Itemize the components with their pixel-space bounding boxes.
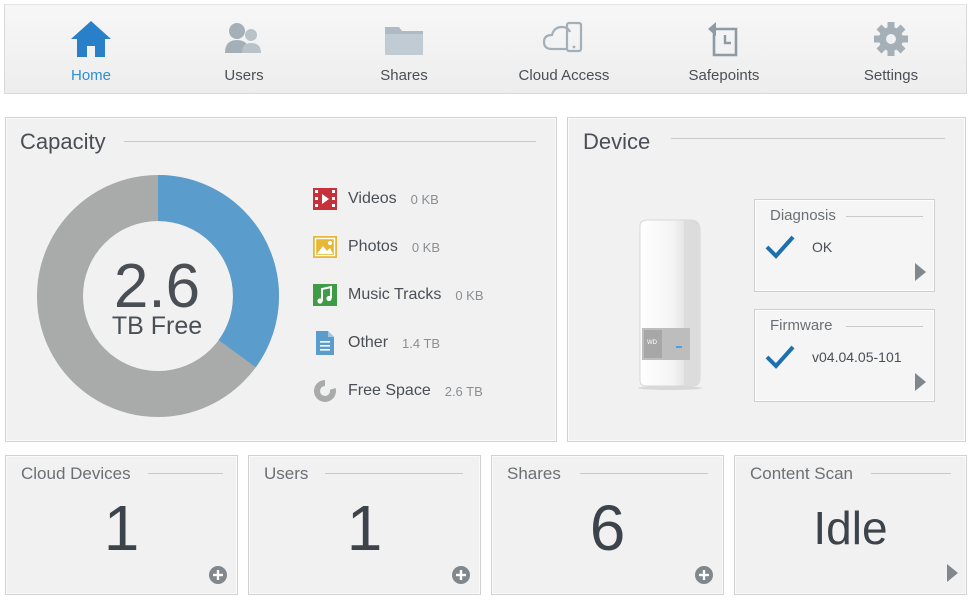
cloud-devices-rule bbox=[148, 473, 223, 474]
device-panel: Device WD Diagnosis OK Firmware v04.04.0… bbox=[567, 117, 966, 442]
firmware-title: Firmware bbox=[770, 317, 833, 334]
nav-safepoints[interactable]: Safepoints bbox=[644, 5, 804, 95]
diagnosis-title: Diagnosis bbox=[770, 207, 836, 224]
nav-settings[interactable]: Settings bbox=[811, 5, 971, 95]
legend-photos-label: Photos bbox=[348, 238, 398, 255]
check-icon bbox=[765, 345, 795, 369]
video-icon bbox=[313, 188, 337, 210]
content-scan-title: Content Scan bbox=[750, 464, 854, 483]
firmware-rule bbox=[846, 326, 923, 327]
legend-music-value: 0 KB bbox=[455, 287, 484, 303]
legend-free-space-value: 2.6 TB bbox=[444, 383, 483, 399]
pie-icon bbox=[314, 379, 336, 402]
diagnosis-rule bbox=[846, 216, 923, 217]
firmware-arrow-icon[interactable] bbox=[914, 373, 926, 391]
legend-music: Music Tracks 0 KB bbox=[312, 282, 484, 308]
diagnosis-status: OK bbox=[812, 239, 833, 255]
folder-icon bbox=[385, 27, 423, 55]
check-icon bbox=[765, 235, 795, 259]
home-icon bbox=[71, 21, 111, 57]
nav-cloud-access-label: Cloud Access bbox=[518, 67, 610, 84]
capacity-free-label: TB Free bbox=[111, 312, 203, 340]
add-user-icon[interactable] bbox=[452, 566, 470, 584]
device-title: Device bbox=[583, 129, 651, 154]
main-navigation: Home Users Shares Cloud Access Safepoint… bbox=[4, 4, 967, 94]
shares-tile[interactable]: Shares 6 bbox=[491, 455, 724, 595]
nav-shares[interactable]: Shares bbox=[324, 5, 484, 95]
photo-icon bbox=[313, 236, 337, 258]
legend-music-label: Music Tracks bbox=[348, 286, 442, 303]
cloud-devices-tile[interactable]: Cloud Devices 1 bbox=[5, 455, 238, 595]
users-tile-title: Users bbox=[264, 464, 309, 483]
legend-photos-value: 0 KB bbox=[411, 239, 440, 255]
nav-cloud-access[interactable]: Cloud Access bbox=[484, 5, 644, 95]
users-count: 1 bbox=[346, 492, 383, 564]
users-tile-rule bbox=[325, 473, 463, 474]
legend-videos: Videos 0 KB bbox=[312, 186, 439, 212]
device-image: WD bbox=[638, 219, 702, 390]
safepoint-icon bbox=[708, 22, 738, 57]
nav-home-label: Home bbox=[70, 67, 111, 84]
nav-users[interactable]: Users bbox=[164, 5, 324, 95]
gear-icon bbox=[874, 22, 908, 56]
cloud-devices-count: 1 bbox=[103, 492, 140, 564]
legend-other: Other 1.4 TB bbox=[312, 330, 440, 356]
cloud-device-icon bbox=[542, 21, 583, 53]
shares-tile-title: Shares bbox=[507, 464, 561, 483]
add-share-icon[interactable] bbox=[695, 566, 713, 584]
firmware-version: v04.04.05-101 bbox=[812, 349, 902, 365]
nav-home[interactable]: Home bbox=[11, 5, 171, 95]
capacity-title-rule bbox=[124, 141, 536, 142]
svg-text:WD: WD bbox=[647, 340, 658, 346]
legend-free-space: Free Space 2.6 TB bbox=[312, 378, 483, 404]
content-scan-status: Idle bbox=[813, 502, 888, 554]
diagnosis-arrow-icon[interactable] bbox=[914, 263, 926, 281]
nav-settings-label: Settings bbox=[863, 67, 919, 84]
legend-other-label: Other bbox=[348, 334, 389, 351]
add-cloud-device-icon[interactable] bbox=[209, 566, 227, 584]
users-tile[interactable]: Users 1 bbox=[248, 455, 481, 595]
content-scan-rule bbox=[871, 473, 951, 474]
content-scan-arrow-icon[interactable] bbox=[946, 564, 958, 582]
legend-other-value: 1.4 TB bbox=[402, 335, 441, 351]
shares-count: 6 bbox=[589, 492, 626, 564]
legend-videos-label: Videos bbox=[348, 190, 397, 207]
firmware-card: Firmware v04.04.05-101 bbox=[754, 309, 935, 402]
legend-free-space-label: Free Space bbox=[348, 382, 431, 399]
device-title-rule bbox=[671, 138, 945, 139]
users-icon bbox=[225, 23, 261, 53]
diagnosis-card: Diagnosis OK bbox=[754, 199, 935, 292]
shares-tile-rule bbox=[580, 473, 708, 474]
content-scan-tile[interactable]: Content Scan Idle bbox=[734, 455, 967, 595]
legend-photos: Photos 0 KB bbox=[312, 234, 440, 260]
capacity-title: Capacity bbox=[20, 129, 106, 154]
cloud-devices-title: Cloud Devices bbox=[21, 464, 131, 483]
document-icon bbox=[316, 331, 334, 355]
nav-safepoints-label: Safepoints bbox=[688, 67, 760, 84]
nav-shares-label: Shares bbox=[380, 67, 428, 84]
legend-videos-value: 0 KB bbox=[410, 191, 439, 207]
capacity-free-value: 2.6 bbox=[113, 252, 201, 321]
nav-users-label: Users bbox=[224, 67, 264, 84]
music-icon bbox=[313, 284, 337, 306]
